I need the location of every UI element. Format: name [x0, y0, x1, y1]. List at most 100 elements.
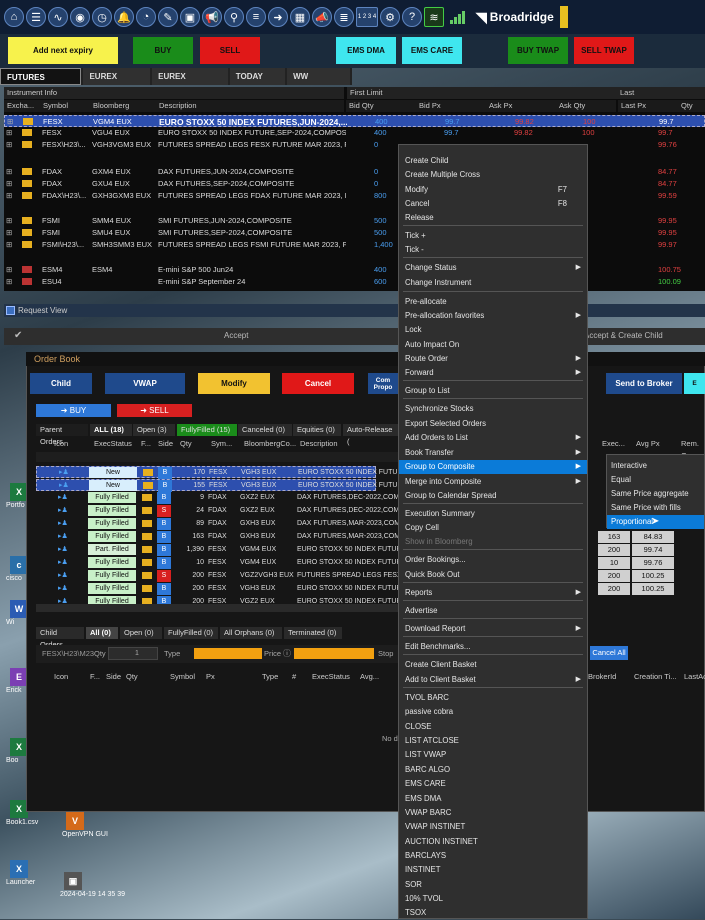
menu-item[interactable]: Tick -	[399, 243, 587, 257]
menu-item[interactable]: Order Bookings...	[399, 553, 587, 567]
child-column-header[interactable]: #	[288, 671, 300, 683]
price-input[interactable]	[294, 648, 374, 659]
tab-3[interactable]: TODAY LIST	[229, 68, 286, 98]
arrow-right-icon[interactable]: ➜	[268, 7, 288, 27]
menu-item[interactable]: Synchronize Stocks	[399, 402, 587, 416]
parent-tab-3[interactable]: FullyFilled (15)	[177, 424, 237, 436]
megaphone-icon[interactable]: 📢	[202, 7, 222, 27]
grid-column-header[interactable]: Description	[156, 100, 344, 112]
child-right-column-header[interactable]: BrokerId	[584, 671, 620, 683]
parent-tab-0[interactable]: Parent Orders	[36, 424, 88, 446]
order-column-header[interactable]: Side	[154, 438, 177, 450]
child-tab-3[interactable]: FullyFilled (0)	[164, 627, 218, 639]
accept-create-child-button[interactable]: Accept & Create Child	[584, 331, 663, 340]
tab-1[interactable]: EUREX BONDS	[83, 68, 151, 98]
submenu-item[interactable]: Same Price with fills	[607, 501, 704, 515]
desktop-app-icon[interactable]: X	[10, 860, 28, 878]
order-column-header[interactable]: F...	[137, 438, 155, 450]
menu-item[interactable]: Change Status ▶	[399, 261, 587, 275]
menu-item[interactable]: AUCTION INSTINET	[399, 835, 587, 849]
help-icon[interactable]: ?	[402, 7, 422, 27]
order-row[interactable]: ▸♟ Fully Filled S 200 FESX VGZ2VGH3 EUX FUTURE…	[36, 570, 401, 582]
list-icon[interactable]: ≡	[246, 7, 266, 27]
menu-item[interactable]: Add to Client Basket ▶	[399, 673, 587, 687]
child-tab-0[interactable]: Child Orders	[36, 627, 84, 649]
menu-item[interactable]: Export Selected Orders	[399, 417, 587, 431]
grid-row[interactable]: ⊞ FSMI SMM4 EUX SMI FUTURES,JUN-2024,COMPOS…	[4, 215, 705, 227]
pulse-chart-icon[interactable]: ≋	[424, 7, 444, 27]
action-button-5[interactable]: BUY TWAP	[508, 37, 568, 64]
submenu-item[interactable]: Interactive	[607, 459, 704, 473]
counter-icon[interactable]: 1 2 3 4	[356, 7, 378, 27]
order-row[interactable]: ▸♟ Fully Filled B 9 FDAX GXZ2 EUX DAX FUTURES,…	[36, 492, 399, 504]
grid-row[interactable]: ⊞ FESX VGU4 EUX EURO STOXX 50 INDEX FUTURE,…	[4, 127, 705, 139]
order-book-button-2[interactable]: Modify	[198, 373, 270, 394]
horizontal-scrollbar[interactable]	[36, 604, 398, 612]
menu-item[interactable]: LIST VWAP	[399, 748, 587, 762]
grid-row[interactable]: ⊞ FDAX\H23\... GXH3GXM3 EUX FUTURES SPREAD …	[4, 190, 705, 202]
action-button-0[interactable]: Add next expiry	[8, 37, 118, 64]
action-button-1[interactable]: BUY	[133, 37, 193, 64]
child-tab-2[interactable]: Open (0)	[120, 627, 162, 639]
parent-tab-5[interactable]: Equities (0)	[293, 424, 341, 436]
menu-item[interactable]: Group to List	[399, 384, 587, 398]
menu-item[interactable]: Forward ▶	[399, 366, 587, 380]
parent-tab-6[interactable]: Auto-Release (	[343, 424, 399, 446]
grid-column-header[interactable]: Ask Px	[486, 100, 556, 112]
box-icon[interactable]: ▣	[180, 7, 200, 27]
order-row[interactable]: ▸♟ Fully Filled S 24 FDAX GXZ2 EUX DAX FUTURES…	[36, 505, 399, 517]
sell-filter-button[interactable]: ➜ SELL	[117, 404, 192, 417]
child-tab-5[interactable]: Terminated (0)	[284, 627, 342, 639]
menu-item[interactable]: Change Instrument	[399, 276, 587, 290]
expand-icon[interactable]: ⊞	[6, 215, 12, 227]
menu-item[interactable]: Advertise	[399, 604, 587, 618]
menu-item[interactable]: Create Child	[399, 154, 587, 168]
grid-column-header[interactable]: Symbol	[40, 100, 90, 112]
expand-icon[interactable]: ⊞	[6, 276, 12, 288]
expand-icon[interactable]: ⊞	[6, 178, 12, 190]
menu-item[interactable]: Auto Impact On	[399, 338, 587, 352]
grid-row[interactable]: ⊞ FSMI SMU4 EUX SMI FUTURES,SEP-2024,COMPOS…	[4, 227, 705, 239]
home-icon[interactable]: ⌂	[4, 7, 24, 27]
order-book-button-4[interactable]: Com Propo	[368, 373, 398, 394]
menu-item[interactable]: VWAP BARC	[399, 806, 587, 820]
order-row[interactable]: ▸♟ Fully Filled B 163 FDAX GXH3 EUX DAX FUTURE…	[36, 531, 400, 543]
menu-item[interactable]: Pre-allocation favorites ▶	[399, 309, 587, 323]
order-row[interactable]: ▸♟ Fully Filled B 200 FESX VGH3 EUX EURO STOXX…	[36, 583, 401, 595]
expand-icon[interactable]: ⊞	[6, 264, 12, 276]
child-column-header[interactable]: ExecStatus	[308, 671, 354, 683]
accept-button[interactable]: Accept	[224, 331, 248, 340]
menu-item[interactable]: Route Order ▶	[399, 352, 587, 366]
expand-icon[interactable]: ⊞	[6, 139, 12, 151]
tab-4[interactable]: WW EQUITIES	[287, 68, 350, 98]
menu-icon[interactable]: ☰	[26, 7, 46, 27]
menu-item[interactable]: Edit Benchmarks...	[399, 640, 587, 654]
pencil-icon[interactable]: ✎	[158, 7, 178, 27]
gear-icon[interactable]: ⚙	[380, 7, 400, 27]
order-column-header[interactable]: Icon	[50, 438, 72, 450]
order-row[interactable]: ▸♟ Fully Filled B 10 FESX VGM4 EUX EURO STOXX …	[36, 557, 401, 569]
child-tab-1[interactable]: All (0)	[86, 627, 118, 639]
tab-2[interactable]: EUREX SECTORS	[152, 68, 228, 98]
action-button-6[interactable]: SELL TWAP	[574, 37, 634, 64]
request-view-bar[interactable]: Request View	[4, 304, 705, 317]
lines-icon[interactable]: ≣	[334, 7, 354, 27]
menu-item[interactable]: LIST ATCLOSE	[399, 734, 587, 748]
grid-column-header[interactable]: Ask Qty	[556, 100, 616, 112]
menu-item[interactable]: Execution Summary	[399, 507, 587, 521]
qty-input[interactable]: 1	[108, 647, 158, 660]
basket-icon[interactable]: ⚲	[224, 7, 244, 27]
order-column-header[interactable]: BloombergCo...	[240, 438, 300, 450]
type-select[interactable]	[194, 648, 262, 659]
order-column-header[interactable]: ExecStatus	[90, 438, 136, 450]
menu-item[interactable]: Cancel F8	[399, 197, 587, 211]
menu-item[interactable]: Add Orders to List ▶	[399, 431, 587, 445]
pulse-icon[interactable]: ∿	[48, 7, 68, 27]
order-right-column-header[interactable]: Avg Px	[632, 438, 664, 450]
menu-item[interactable]: Reports ▶	[399, 586, 587, 600]
menu-item[interactable]: Create Client Basket	[399, 658, 587, 672]
menu-item[interactable]: EMS DMA	[399, 792, 587, 806]
expand-icon[interactable]: ⊞	[6, 239, 12, 251]
order-row[interactable]: ▸♟ New B 155 FESX VGH3 EUX EURO STOXX 50 INDEX…	[36, 479, 402, 492]
order-book-button-3[interactable]: Cancel	[282, 373, 354, 394]
